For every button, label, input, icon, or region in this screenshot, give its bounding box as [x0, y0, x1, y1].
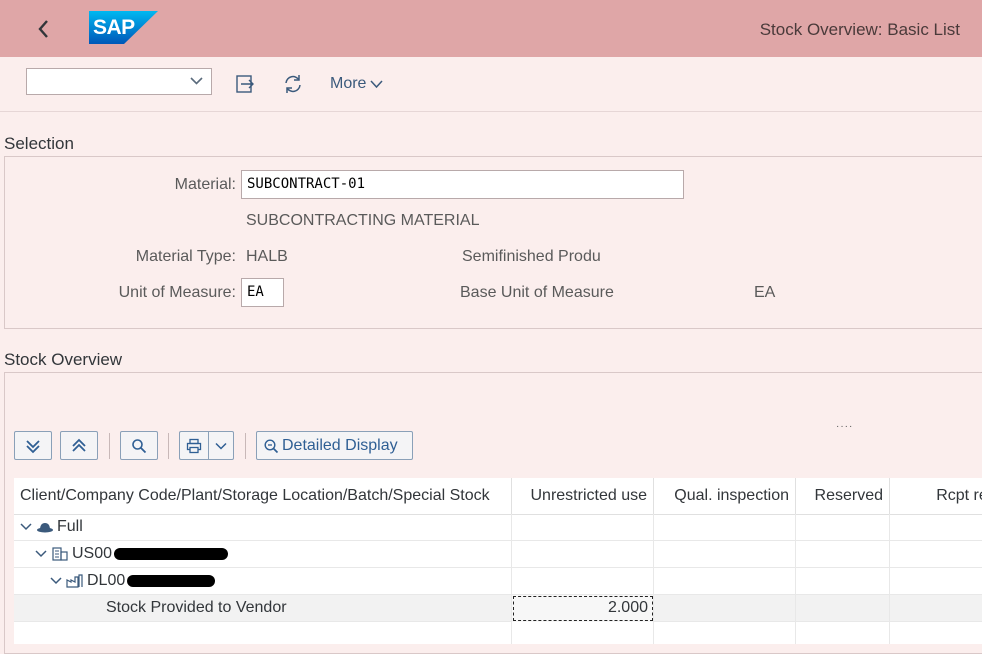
search-button[interactable]	[120, 431, 158, 460]
toolbar-separator	[109, 433, 110, 459]
tree-row[interactable]: Full	[14, 514, 982, 541]
base-uom-value: EA	[754, 284, 776, 301]
back-button[interactable]	[36, 18, 56, 40]
rcpt-cell	[890, 541, 982, 568]
empty-row	[14, 622, 982, 644]
tree-row-label: Full	[57, 518, 83, 535]
material-label: Material:	[174, 176, 236, 193]
client-hat-icon	[37, 522, 53, 533]
redacted-text	[114, 547, 229, 560]
uom-label: Unit of Measure:	[118, 284, 236, 301]
reserved-cell	[796, 541, 890, 568]
material-type-label: Material Type:	[135, 248, 236, 265]
export-icon	[236, 75, 254, 93]
sap-logo-text: SAP	[93, 16, 135, 39]
chevron-down-icon	[190, 77, 203, 85]
print-icon	[186, 438, 202, 453]
detail-search-icon	[264, 439, 279, 454]
unrestricted-cell	[512, 568, 654, 595]
stock-overview-title: Stock Overview	[4, 350, 123, 369]
unrestricted-cell-selected[interactable]: 2.000	[512, 595, 654, 622]
variant-dropdown[interactable]	[26, 68, 212, 95]
expand-all-button[interactable]	[14, 431, 52, 460]
column-header-hierarchy[interactable]: Client/Company Code/Plant/Storage Locati…	[14, 478, 512, 514]
uom-input[interactable]: EA	[241, 278, 284, 307]
material-description: SUBCONTRACTING MATERIAL	[246, 212, 480, 229]
qual-cell	[654, 514, 796, 541]
tree-row[interactable]: Stock Provided to Vendor 2.000	[14, 595, 982, 622]
redacted-text	[127, 574, 216, 587]
qual-cell	[654, 568, 796, 595]
chevron-left-icon	[38, 20, 48, 38]
detailed-display-label: Detailed Display	[282, 437, 398, 454]
tree-row[interactable]: US00	[14, 541, 982, 568]
refresh-button[interactable]	[282, 73, 304, 95]
qual-cell	[654, 541, 796, 568]
selection-title: Selection	[4, 134, 74, 153]
splitter-handle[interactable]: ····	[836, 421, 853, 432]
page-title: Stock Overview: Basic List	[759, 20, 960, 39]
refresh-icon	[285, 75, 301, 93]
column-header-reserved[interactable]: Reserved	[796, 478, 890, 514]
tree-row-label: Stock Provided to Vendor	[14, 595, 512, 622]
reserved-cell	[796, 595, 890, 622]
reserved-cell	[796, 568, 890, 595]
stock-tree-grid: Client/Company Code/Plant/Storage Locati…	[14, 478, 982, 644]
print-menu-button[interactable]	[208, 431, 234, 460]
grid-header: Client/Company Code/Plant/Storage Locati…	[14, 478, 982, 515]
more-label: More	[330, 75, 367, 92]
chevron-down-icon	[215, 442, 227, 450]
sap-logo: SAP	[89, 11, 158, 44]
more-menu-button[interactable]: More	[330, 75, 384, 93]
rcpt-cell	[890, 514, 982, 541]
column-header-qual-inspection[interactable]: Qual. inspection	[654, 478, 796, 514]
tree-row-label: US00	[72, 545, 113, 562]
rcpt-cell	[890, 595, 982, 622]
plant-icon	[66, 574, 83, 588]
column-header-rcpt-reser[interactable]: Rcpt reser	[890, 478, 982, 514]
toolbar-separator	[245, 433, 246, 459]
material-input[interactable]: SUBCONTRACT-01	[241, 170, 684, 199]
collapse-all-button[interactable]	[60, 431, 98, 460]
column-header-unrestricted[interactable]: Unrestricted use	[512, 478, 654, 514]
collapse-node-icon[interactable]	[19, 522, 33, 532]
material-type-value: HALB	[246, 248, 288, 265]
rcpt-cell	[890, 568, 982, 595]
chevron-down-icon	[370, 80, 384, 88]
collapse-node-icon[interactable]	[34, 549, 48, 559]
tree-row-label: DL00	[87, 572, 126, 589]
export-button[interactable]	[234, 73, 256, 95]
qual-cell	[654, 595, 796, 622]
reserved-cell	[796, 514, 890, 541]
collapse-all-icon	[72, 438, 86, 452]
detailed-display-button[interactable]: Detailed Display	[256, 431, 413, 460]
unrestricted-cell	[512, 514, 654, 541]
unrestricted-cell	[512, 541, 654, 568]
tree-row[interactable]: DL00	[14, 568, 982, 595]
base-uom-label: Base Unit of Measure	[460, 284, 614, 301]
company-code-icon	[52, 547, 68, 561]
collapse-node-icon[interactable]	[49, 576, 63, 586]
material-type-description: Semifinished Produ	[462, 248, 601, 265]
print-button[interactable]	[179, 431, 208, 460]
expand-all-icon	[26, 439, 40, 453]
toolbar-separator	[168, 433, 169, 459]
search-icon	[132, 438, 147, 453]
